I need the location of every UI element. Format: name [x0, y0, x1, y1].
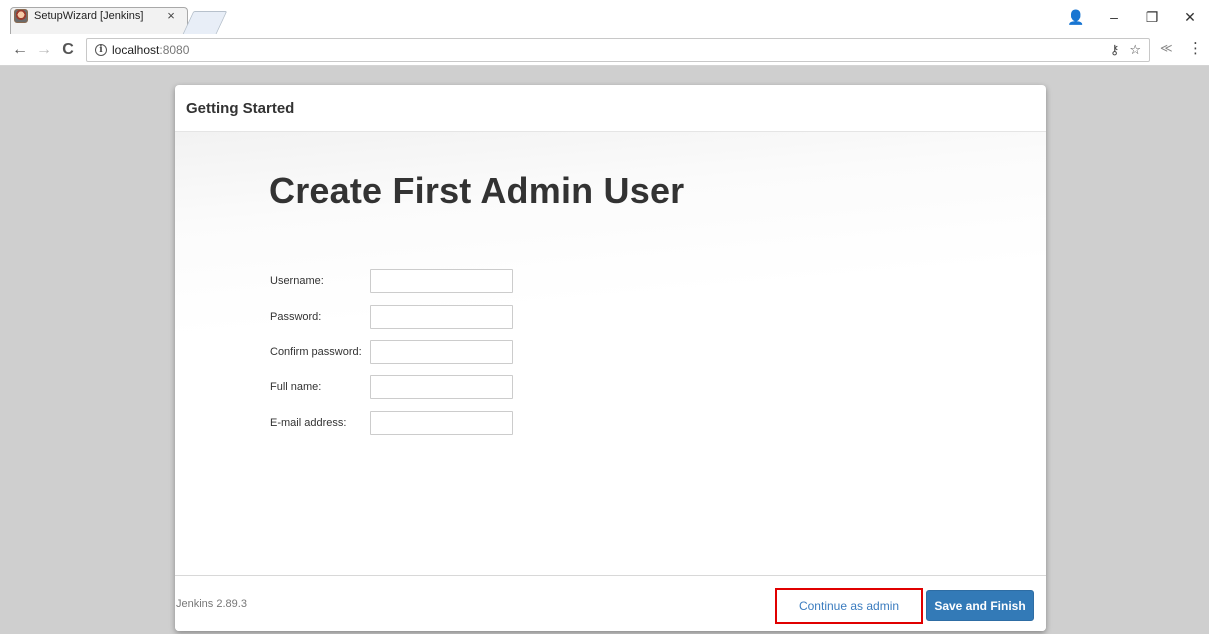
new-tab-button[interactable] — [182, 11, 228, 34]
jenkins-favicon-icon — [14, 9, 28, 23]
continue-as-admin-button[interactable]: Continue as admin — [775, 588, 923, 624]
forward-arrow-icon[interactable]: → — [34, 40, 54, 60]
confirm-password-row: Confirm password: — [270, 340, 530, 364]
email-label: E-mail address: — [270, 417, 347, 429]
url-port: :8080 — [159, 43, 190, 57]
username-field[interactable] — [370, 269, 513, 293]
profile-icon[interactable]: 👤 — [1057, 0, 1095, 34]
address-bar[interactable]: i localhost:8080 ⚷ ☆ — [86, 38, 1150, 62]
confirm-password-field[interactable] — [370, 340, 513, 364]
email-row: E-mail address: — [270, 411, 530, 435]
save-and-finish-button[interactable]: Save and Finish — [926, 590, 1034, 621]
password-field[interactable] — [370, 305, 513, 329]
close-window-button[interactable]: ✕ — [1171, 0, 1209, 34]
extension-icon[interactable]: ≪ — [1160, 41, 1173, 55]
window-controls: 👤 – ❐ ✕ — [1057, 0, 1209, 34]
version-label: Jenkins 2.89.3 — [176, 598, 247, 610]
bookmark-star-icon[interactable]: ☆ — [1129, 42, 1141, 58]
username-row: Username: — [270, 269, 530, 293]
tab-title: SetupWizard [Jenkins] — [34, 10, 144, 22]
browser-titlebar: SetupWizard [Jenkins] × 👤 – ❐ ✕ — [0, 0, 1209, 34]
reload-icon[interactable]: C — [58, 40, 78, 60]
browser-tab-content[interactable]: SetupWizard [Jenkins] × — [14, 6, 184, 26]
key-icon[interactable]: ⚷ — [1110, 42, 1120, 58]
tab-close-icon[interactable]: × — [164, 9, 178, 23]
info-icon[interactable]: i — [95, 44, 107, 56]
confirm-password-label: Confirm password: — [270, 346, 362, 358]
minimize-button[interactable]: – — [1095, 0, 1133, 34]
page-title: Create First Admin User — [269, 170, 685, 211]
dialog-body: Create First Admin User Username: Passwo… — [175, 132, 1046, 575]
url-host: localhost — [112, 43, 160, 57]
full-name-field[interactable] — [370, 375, 513, 399]
browser-menu-icon[interactable]: ⋮ — [1188, 39, 1203, 57]
setup-wizard-dialog: Getting Started Create First Admin User … — [175, 85, 1046, 631]
username-label: Username: — [270, 275, 324, 287]
email-field[interactable] — [370, 411, 513, 435]
full-name-label: Full name: — [270, 381, 322, 393]
dialog-header: Getting Started — [175, 85, 1046, 132]
restore-button[interactable]: ❐ — [1133, 0, 1171, 34]
browser-toolbar: ← → C i localhost:8080 ⚷ ☆ ≪ ⋮ — [0, 34, 1209, 66]
back-arrow-icon[interactable]: ← — [10, 40, 30, 60]
full-name-row: Full name: — [270, 375, 530, 399]
password-row: Password: — [270, 305, 530, 329]
omnibox-actions: ⚷ ☆ — [1110, 42, 1141, 58]
dialog-footer: Jenkins 2.89.3 Continue as admin Save an… — [175, 575, 1046, 631]
password-label: Password: — [270, 311, 322, 323]
